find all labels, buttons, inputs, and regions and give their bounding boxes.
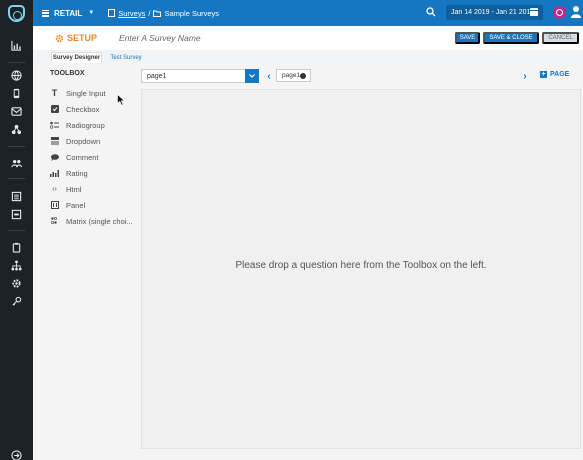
list-icon[interactable] [0, 187, 33, 205]
toolbox-item-label: Matrix (single choi... [66, 216, 133, 226]
share-icon[interactable] [0, 120, 33, 138]
page-chip[interactable]: page1 [276, 69, 311, 82]
breadcrumb-separator: / [148, 8, 151, 18]
toolbox-item-label: Rating [66, 168, 88, 178]
mail-icon[interactable] [0, 102, 33, 120]
chart-icon[interactable] [0, 36, 33, 54]
page-chip-label: page1 [282, 72, 301, 79]
drop-message: Please drop a question here from the Too… [235, 259, 487, 271]
left-sidebar [0, 0, 33, 460]
sidebar-divider [8, 62, 25, 63]
designer-area: page1 ‹ page1 › + PAGE Please drop a que… [139, 64, 583, 460]
mouse-cursor-icon [117, 94, 125, 106]
matrix-icon [50, 217, 59, 226]
toolbox-item-label: Single Input [66, 88, 106, 98]
sidebar-divider [8, 230, 25, 231]
save-button[interactable]: SAVE [455, 32, 480, 44]
toolbox-item-matrix[interactable]: Matrix (single choi... [50, 214, 133, 228]
setup-title: SETUP [55, 33, 97, 43]
toolbox-item-radiogroup[interactable]: Radiogroup [50, 118, 105, 132]
logo-icon [8, 4, 25, 22]
toolbox-item-comment[interactable]: Comment [50, 150, 99, 164]
toolbox-item-panel[interactable]: Panel [50, 198, 85, 212]
logout-icon[interactable] [0, 446, 33, 460]
cancel-button[interactable]: CANCEL [542, 32, 579, 44]
date-range-picker[interactable]: Jan 14 2019 - Jan 21 2019 [446, 5, 543, 20]
toolbox-item-single-input[interactable]: T Single Input [50, 86, 106, 100]
text-icon: T [51, 88, 58, 98]
caret-down-icon: ▼ [88, 10, 95, 16]
toolbox-item-label: Html [66, 184, 82, 194]
gear-icon[interactable] [300, 73, 306, 79]
key-icon[interactable] [0, 292, 33, 310]
tab-survey-designer[interactable]: Survey Designer [51, 52, 102, 63]
settings-icon[interactable] [0, 274, 33, 292]
breadcrumb: Surveys / Sample Surveys [108, 9, 219, 18]
comment-icon [50, 153, 59, 162]
designer-tabs: Survey Designer Test Survey [33, 50, 583, 64]
chevron-down-icon[interactable] [245, 69, 259, 83]
app-switcher[interactable]: RETAIL ▼ [42, 9, 94, 18]
hierarchy-icon[interactable] [0, 256, 33, 274]
clipboard-icon[interactable] [0, 238, 33, 256]
date-range-text: Jan 14 2019 - Jan 21 2019 [451, 9, 535, 16]
page-select-value: page1 [147, 72, 167, 80]
survey-name-input[interactable]: Enter A Survey Name [119, 33, 201, 43]
add-page-button[interactable]: + PAGE [540, 71, 569, 78]
toolbox-item-label: Radiogroup [66, 120, 105, 130]
toolbox-item-label: Checkbox [66, 104, 100, 114]
save-and-close-button[interactable]: SAVE & CLOSE [483, 32, 539, 44]
menu-icon [42, 9, 49, 17]
breadcrumb-current: Sample Surveys [164, 8, 220, 18]
document-icon[interactable] [0, 205, 33, 223]
setup-label: SETUP [67, 33, 98, 43]
toolbox-item-label: Comment [66, 152, 99, 162]
globe-icon[interactable] [0, 66, 33, 84]
calendar-icon [530, 8, 538, 16]
clipboard-icon [108, 9, 116, 17]
panel-icon [50, 201, 59, 210]
toolbox-item-checkbox[interactable]: Checkbox [50, 102, 99, 116]
toolbox-item-html[interactable]: ‹› Html [50, 182, 81, 196]
users-icon[interactable] [0, 154, 33, 172]
gear-icon [55, 34, 64, 42]
breadcrumb-surveys-link[interactable]: Surveys [118, 9, 145, 18]
code-icon: ‹› [52, 185, 57, 193]
top-bar: RETAIL ▼ Surveys / Sample Surveys Jan 14… [33, 0, 583, 26]
toolbox-item-dropdown[interactable]: Dropdown [50, 134, 100, 148]
app-logo[interactable] [0, 0, 33, 26]
previous-page-button[interactable]: ‹ [263, 69, 275, 83]
setup-header: SETUP Enter A Survey Name SAVE SAVE & CL… [33, 26, 583, 50]
toolbox-item-label: Dropdown [66, 136, 101, 146]
rating-icon [50, 169, 59, 178]
toolbox-panel: TOOLBOX T Single Input Checkbox Radiogro… [33, 64, 139, 460]
dropdown-icon [50, 137, 59, 146]
toolbox-item-rating[interactable]: Rating [50, 166, 88, 180]
sidebar-divider [8, 178, 25, 179]
page-select[interactable]: page1 [141, 69, 259, 83]
toolbox-item-label: Panel [66, 200, 86, 210]
next-page-button[interactable]: › [519, 69, 531, 83]
app-name: RETAIL [54, 8, 83, 18]
notification-icon[interactable] [553, 6, 566, 19]
question-drop-zone[interactable]: Please drop a question here from the Too… [141, 89, 581, 449]
tab-test-survey[interactable]: Test Survey [106, 52, 146, 63]
toolbox-title: TOOLBOX [50, 70, 85, 77]
checkbox-icon [50, 105, 59, 114]
radiogroup-icon [50, 121, 59, 130]
add-page-label: PAGE [550, 71, 570, 78]
user-icon[interactable] [571, 5, 581, 19]
mobile-icon[interactable] [0, 84, 33, 102]
plus-icon: + [540, 71, 547, 78]
search-icon[interactable] [426, 7, 436, 17]
sidebar-divider [8, 146, 25, 147]
folder-icon [153, 10, 162, 17]
